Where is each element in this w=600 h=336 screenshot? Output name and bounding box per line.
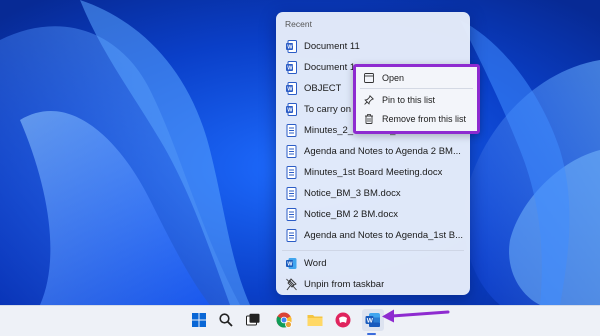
windows-start-icon [192,313,206,327]
recent-item[interactable]: W Document 11 [276,36,470,56]
unpin-icon [286,277,297,290]
svg-text:W: W [287,107,293,113]
word-document-icon [286,123,297,137]
pinned-app-button[interactable] [332,309,354,331]
file-explorer-button[interactable] [304,309,326,331]
context-pin[interactable]: Pin to this list [356,90,477,109]
taskbar-jump-list: Recent W Document 11 W Document 1 W OBJE… [276,12,470,295]
open-window-icon [364,72,374,83]
search-icon [219,313,233,327]
context-open[interactable]: Open [356,68,477,87]
unpin-label: Unpin from taskbar [304,278,385,290]
context-menu-divider [360,88,473,89]
annotation-arrow [382,309,450,323]
recent-item[interactable]: Agenda and Notes to Agenda_1st B... [276,225,470,245]
recent-item[interactable]: Notice_BM_3 BM.docx [276,183,470,203]
chrome-icon [276,312,292,328]
svg-text:W: W [287,44,293,50]
word-document-icon [286,207,297,221]
taskbar: W [0,305,600,336]
app-icon [335,312,351,328]
recent-item-label: To carry on [304,103,351,115]
trash-icon [365,113,373,124]
jump-list-divider [282,250,464,251]
word-document-icon: W [286,102,297,116]
recent-item-label: Notice_BM_3 BM.docx [304,187,401,199]
recent-item-label: Notice_BM 2 BM.docx [304,208,398,220]
svg-text:W: W [367,317,374,324]
word-app-icon: W [286,257,297,269]
start-button[interactable] [188,309,210,331]
recent-item-label: Agenda and Notes to Agenda_1st B... [304,229,463,241]
word-document-icon: W [286,81,297,95]
jump-list-header: Recent [285,19,312,29]
context-remove-label: Remove from this list [382,113,467,124]
word-document-icon: W [286,60,297,74]
word-icon: W [365,313,380,327]
word-app-label: Word [304,257,327,269]
recent-item-label: Agenda and Notes to Agenda 2 BM... [304,145,461,157]
recent-item-label: Minutes_1st Board Meeting.docx [304,166,443,178]
word-document-icon [286,144,297,158]
recent-item[interactable]: Agenda and Notes to Agenda 2 BM... [276,141,470,161]
open-word-app[interactable]: W Word [276,253,470,273]
svg-text:W: W [287,65,293,71]
word-document-icon [286,186,297,200]
context-pin-label: Pin to this list [382,94,436,105]
recent-item-label: OBJECT [304,82,342,94]
file-explorer-icon [307,315,323,326]
word-document-icon: W [286,39,297,53]
chrome-button[interactable] [273,309,295,331]
word-document-icon [286,165,297,179]
svg-text:W: W [287,86,293,92]
search-button[interactable] [215,309,237,331]
recent-item-context-menu: Open Pin to this list Remove from this l… [353,64,480,134]
recent-item-label: Document 1 [304,61,356,73]
word-document-icon [286,228,297,242]
context-remove[interactable]: Remove from this list [356,109,477,128]
unpin-from-taskbar[interactable]: Unpin from taskbar [276,274,470,294]
context-open-label: Open [382,72,405,83]
task-view-icon [246,313,260,326]
recent-item[interactable]: Notice_BM 2 BM.docx [276,204,470,224]
recent-item-label: Document 11 [304,40,360,52]
svg-text:W: W [287,261,293,267]
pin-icon [364,94,374,105]
task-view-button[interactable] [242,309,264,331]
recent-item[interactable]: Minutes_1st Board Meeting.docx [276,162,470,182]
